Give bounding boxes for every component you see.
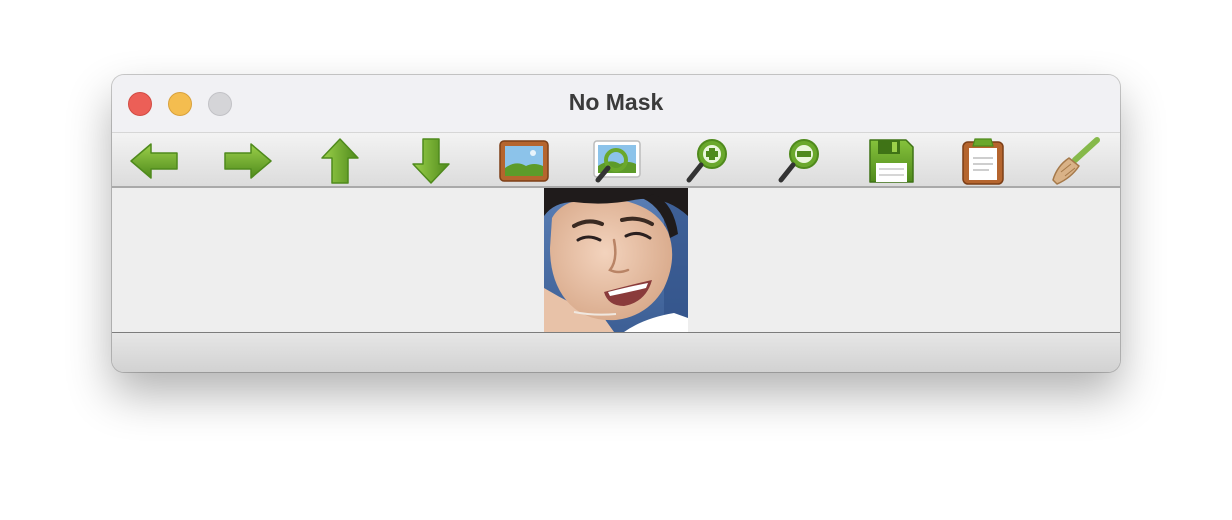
zoom-in-icon [686,139,727,183]
app-window: No Mask [112,75,1120,372]
save-button[interactable] [863,136,919,186]
arrow-left-icon [130,143,178,179]
clipboard-button[interactable] [955,136,1011,186]
arrow-right-icon [224,143,272,179]
back-button[interactable] [127,136,183,186]
fit-image-button[interactable] [496,136,552,186]
forward-button[interactable] [219,136,275,186]
zoom-out-icon [778,139,819,183]
toolbar [112,133,1120,188]
zoom-out-button[interactable] [772,136,828,186]
zoom-in-button[interactable] [680,136,736,186]
clear-button[interactable] [1047,136,1103,186]
face-photo [544,188,688,332]
window-title: No Mask [568,89,664,115]
down-button[interactable] [403,136,459,186]
zoom-to-fit-button[interactable] [588,136,644,186]
arrow-up-icon [321,138,359,184]
picture-magnify-icon [593,140,641,183]
arrow-down-icon [412,138,450,184]
status-bar [112,333,1120,372]
broom-icon [1052,137,1100,185]
image-viewer[interactable] [112,188,1120,333]
floppy-disk-icon [869,139,914,183]
title-bar: No Mask [112,75,1120,133]
clipboard-icon [962,138,1004,185]
picture-frame-icon [499,140,549,182]
up-button[interactable] [312,136,368,186]
